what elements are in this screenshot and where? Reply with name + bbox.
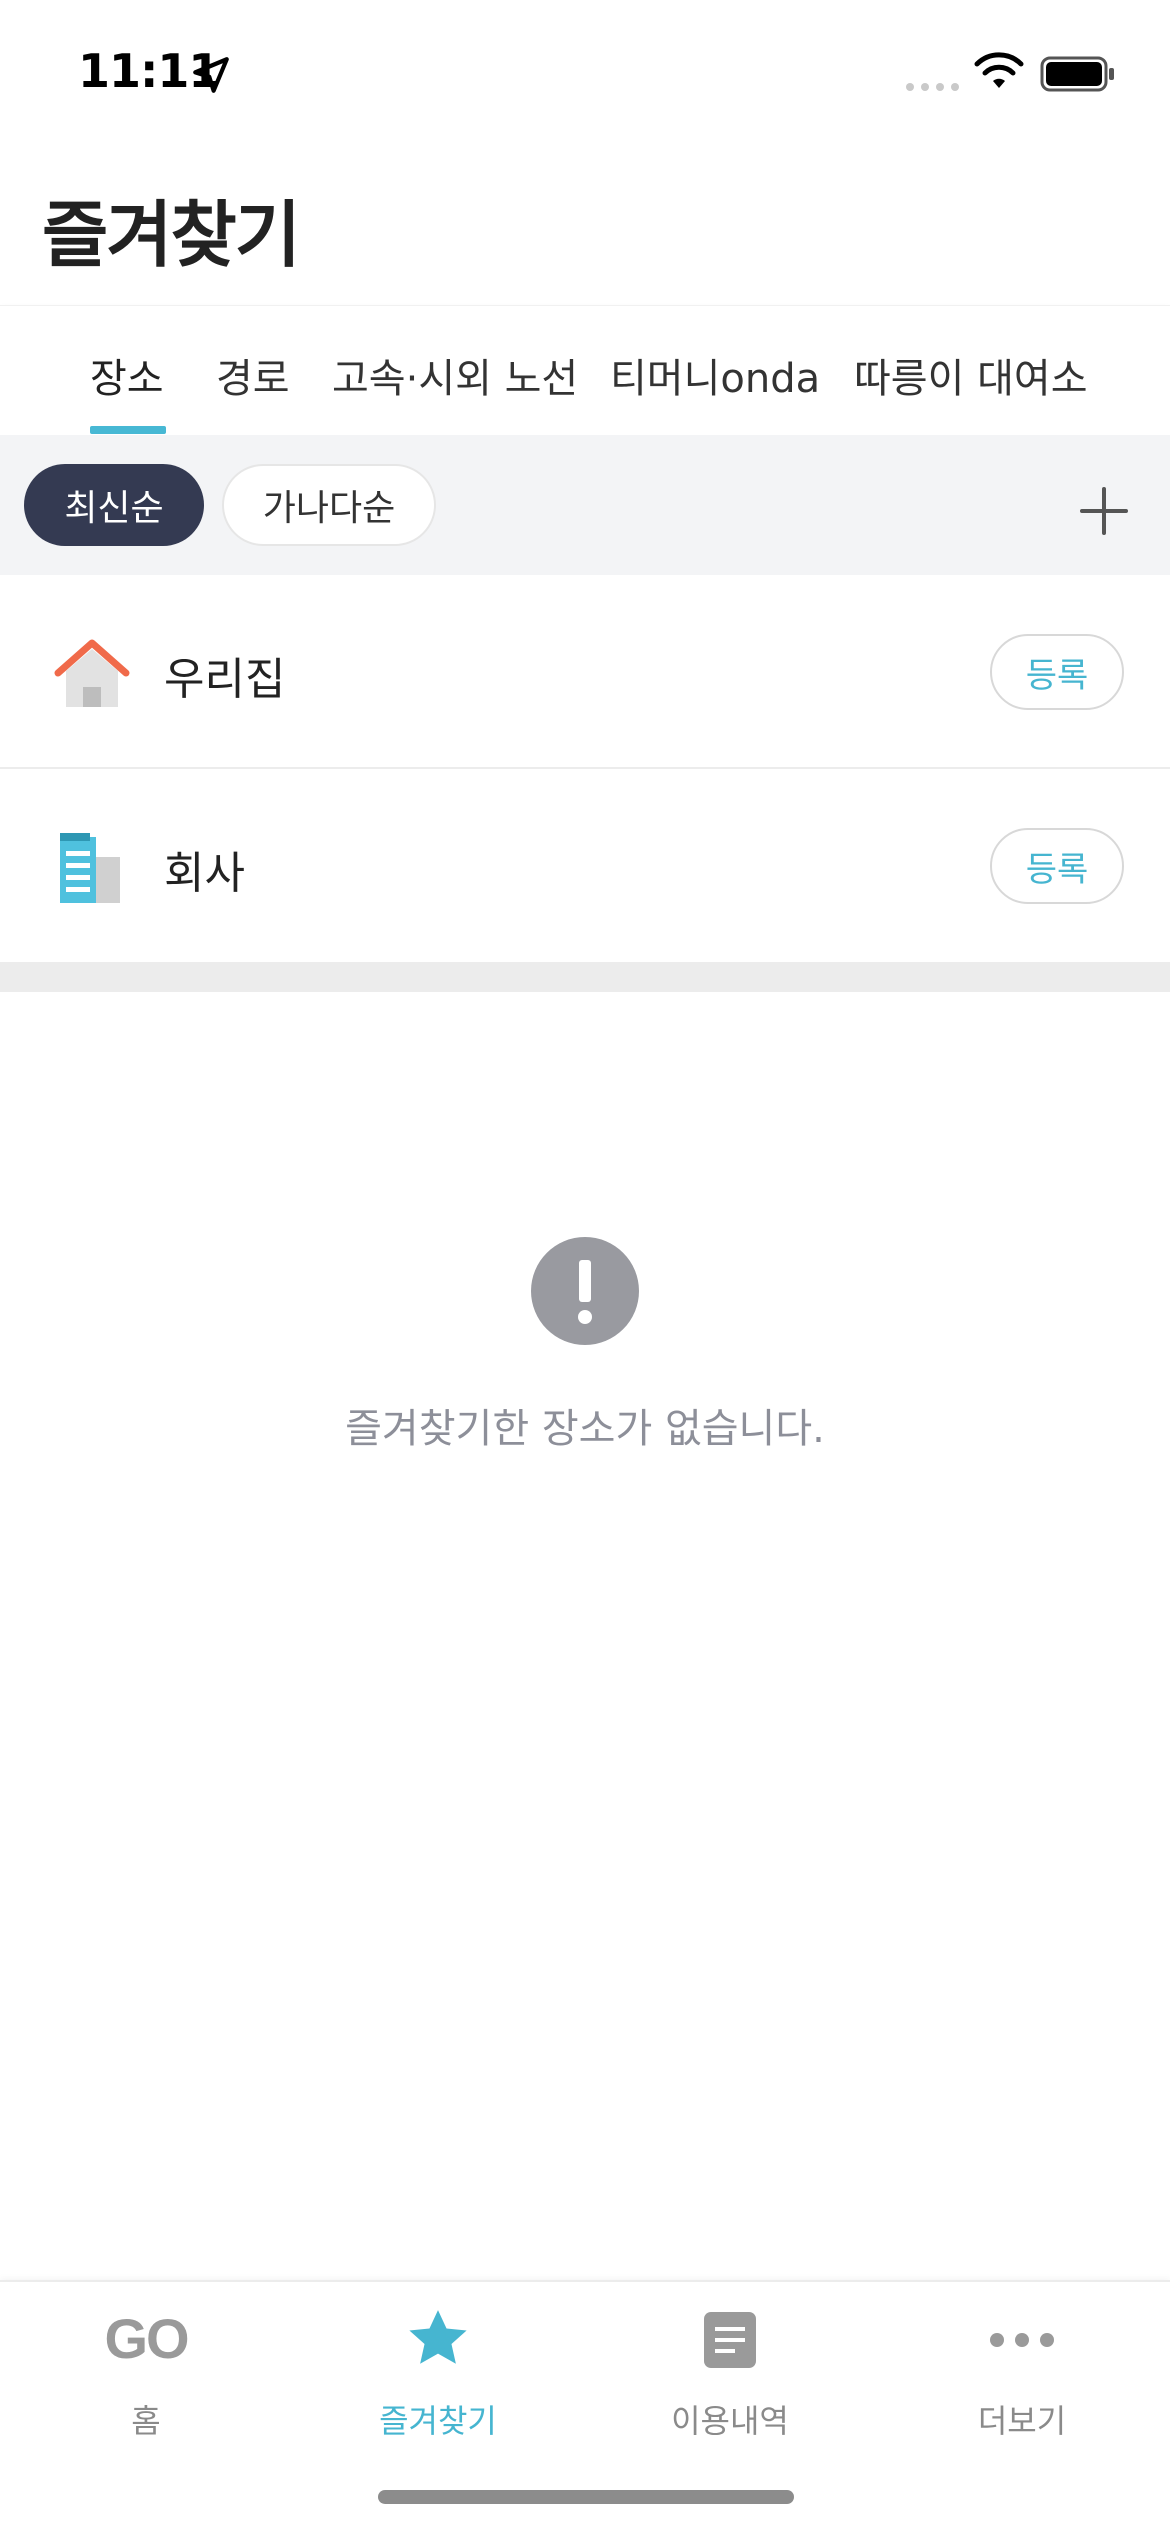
add-icon[interactable] bbox=[1076, 483, 1132, 539]
building-icon bbox=[60, 833, 120, 903]
place-label-home: 우리집 bbox=[164, 654, 286, 705]
nav-more-label: 더보기 bbox=[977, 2402, 1067, 2440]
document-icon bbox=[704, 2312, 756, 2368]
tab-routes[interactable]: 경로 bbox=[216, 346, 290, 404]
home-indicator[interactable] bbox=[378, 2490, 794, 2504]
page-title: 즐겨찾기 bbox=[42, 193, 301, 277]
star-icon bbox=[409, 2310, 467, 2364]
location-arrow-icon bbox=[193, 57, 229, 93]
tab-tmoney-onda[interactable]: 티머니onda bbox=[610, 346, 820, 404]
nav-history[interactable]: 이용내역 bbox=[584, 2282, 876, 2482]
sort-alphabetical-chip[interactable]: 가나다순 bbox=[222, 464, 436, 546]
battery-icon bbox=[1040, 56, 1114, 92]
empty-state-message: 즐겨찾기한 장소가 없습니다. bbox=[345, 1406, 825, 1452]
place-item-home[interactable]: 우리집 등록 bbox=[0, 575, 1170, 769]
section-divider bbox=[0, 962, 1170, 992]
nav-home[interactable]: GO 홈 bbox=[0, 2282, 292, 2482]
tab-bike-stations[interactable]: 따릉이 대여소 bbox=[854, 346, 1088, 404]
more-icon bbox=[990, 2333, 1054, 2347]
nav-favorites[interactable]: 즐겨찾기 bbox=[292, 2282, 584, 2482]
exclamation-icon bbox=[531, 1237, 639, 1345]
house-icon bbox=[54, 639, 130, 707]
signal-icon bbox=[906, 83, 959, 91]
go-logo-icon: GO bbox=[104, 2307, 189, 2370]
nav-history-label: 이용내역 bbox=[671, 2402, 789, 2440]
nav-favorites-label: 즐겨찾기 bbox=[379, 2402, 497, 2440]
active-tab-indicator bbox=[90, 426, 166, 434]
tab-places[interactable]: 장소 bbox=[90, 346, 164, 404]
register-work-button[interactable]: 등록 bbox=[990, 828, 1124, 904]
place-item-work[interactable]: 회사 등록 bbox=[0, 771, 1170, 965]
sort-latest-chip[interactable]: 최신순 bbox=[24, 464, 204, 546]
place-label-work: 회사 bbox=[164, 848, 245, 899]
category-tabs: 장소 경로 고속·시외 노선 티머니onda 따릉이 대여소 bbox=[0, 305, 1170, 435]
favorites-screen: 11:11 즐겨찾기 장소 경로 고속·시외 노선 티머니onda 따릉이 대여… bbox=[0, 0, 1170, 2532]
tab-express-bus-routes[interactable]: 고속·시외 노선 bbox=[332, 346, 578, 404]
sort-bar: 최신순 가나다순 bbox=[0, 435, 1170, 575]
register-home-button[interactable]: 등록 bbox=[990, 634, 1124, 710]
nav-more[interactable]: 더보기 bbox=[876, 2282, 1168, 2482]
wifi-icon bbox=[974, 52, 1024, 88]
status-bar: 11:11 bbox=[0, 0, 1170, 150]
nav-home-label: 홈 bbox=[131, 2402, 161, 2440]
